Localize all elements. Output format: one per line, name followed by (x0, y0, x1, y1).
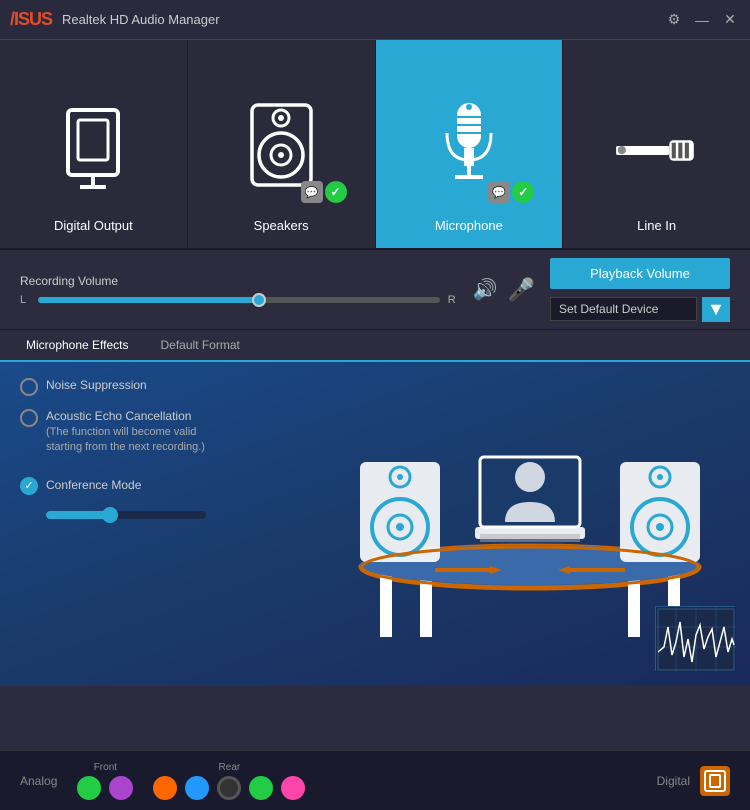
front-port-group: Front (77, 762, 133, 800)
microphone-badge: 💬 ✓ (488, 181, 534, 203)
minimize-button[interactable]: — (692, 12, 712, 28)
conference-slider-fill (46, 511, 110, 519)
recording-volume-area: Recording Volume L R (20, 274, 458, 306)
tab-digital-output[interactable]: Digital Output (0, 40, 188, 248)
waveform-display (655, 606, 735, 671)
speakers-label: Speakers (254, 218, 309, 233)
rear-port-group: Rear (153, 762, 305, 800)
rear-ports-row (153, 776, 305, 800)
settings-button[interactable]: ⚙ (664, 11, 684, 28)
microphone-label: Microphone (435, 218, 503, 233)
chat-badge: 💬 (301, 181, 323, 203)
digital-output-label: Digital Output (54, 218, 133, 233)
volume-slider-fill (38, 297, 259, 303)
rear-port-dark[interactable] (217, 776, 241, 800)
volume-slider-thumb[interactable] (252, 293, 266, 307)
digital-label: Digital (657, 774, 690, 788)
acoustic-echo-text: Acoustic Echo Cancellation (The function… (46, 408, 205, 456)
r-label: R (448, 294, 458, 306)
volume-slider-track[interactable] (38, 297, 440, 303)
rear-port-pink[interactable] (281, 776, 305, 800)
noise-suppression-text: Noise Suppression (46, 377, 147, 394)
tab-default-format[interactable]: Default Format (145, 330, 256, 360)
tab-microphone-effects[interactable]: Microphone Effects (10, 330, 145, 362)
playback-volume-button[interactable]: Playback Volume (550, 258, 730, 289)
main-content: Digital Output 💬 ✓ Speakers (0, 40, 750, 750)
volume-slider-row: L R (20, 294, 458, 306)
acoustic-echo-checkbox[interactable] (20, 409, 38, 427)
asus-logo: /ISUS (10, 9, 52, 30)
close-button[interactable]: ✕ (720, 11, 740, 28)
speaker-vol-icon[interactable]: 🔊 (473, 277, 498, 302)
conference-mode-label: Conference Mode (46, 478, 141, 492)
noise-suppression-label: Noise Suppression (46, 378, 147, 392)
analog-label: Analog (20, 774, 57, 788)
front-label: Front (94, 762, 117, 773)
title-bar: /ISUS Realtek HD Audio Manager ⚙ — ✕ (0, 0, 750, 40)
mic-chat-badge: 💬 (488, 181, 510, 203)
device-tabs: Digital Output 💬 ✓ Speakers (0, 40, 750, 250)
volume-section: Recording Volume L R 🔊 🎤 Playback Volume… (0, 250, 750, 330)
front-port-purple[interactable] (109, 776, 133, 800)
mic-check-badge: ✓ (512, 181, 534, 203)
bottom-bar: Analog Front Rear Digital (0, 750, 750, 810)
front-port-green[interactable] (77, 776, 101, 800)
rear-port-blue[interactable] (185, 776, 209, 800)
volume-icons: 🔊 🎤 (473, 277, 535, 303)
window-controls: ⚙ — ✕ (664, 11, 740, 28)
digital-port[interactable] (700, 766, 730, 796)
digital-output-icon (48, 90, 138, 210)
check-badge: ✓ (325, 181, 347, 203)
line-in-icon (612, 90, 702, 210)
acoustic-echo-sub: (The function will become validstarting … (46, 425, 205, 456)
dropdown-arrow-icon[interactable]: ▼ (702, 297, 730, 322)
recording-volume-label: Recording Volume (20, 274, 458, 288)
app-title: Realtek HD Audio Manager (62, 12, 664, 27)
line-in-label: Line In (637, 218, 676, 233)
volume-right-controls: Playback Volume Set Default Device ▼ (550, 258, 730, 322)
tab-speakers[interactable]: 💬 ✓ Speakers (188, 40, 376, 248)
conference-slider-thumb[interactable] (102, 507, 118, 523)
default-device-row: Set Default Device ▼ (550, 297, 730, 322)
rear-port-orange[interactable] (153, 776, 177, 800)
noise-suppression-checkbox[interactable] (20, 378, 38, 396)
effect-tabs: Microphone Effects Default Format (0, 330, 750, 362)
rear-label: Rear (219, 762, 241, 773)
l-label: L (20, 294, 30, 306)
mic-vol-icon[interactable]: 🎤 (508, 277, 535, 303)
conference-mode-checkbox[interactable]: ✓ (20, 477, 38, 495)
acoustic-echo-label: Acoustic Echo Cancellation (46, 408, 205, 425)
conference-mode-slider[interactable] (46, 511, 206, 519)
speakers-badge: 💬 ✓ (301, 181, 347, 203)
effects-panel: Noise Suppression Acoustic Echo Cancella… (0, 362, 750, 686)
digital-section: Digital (657, 766, 730, 796)
rear-port-green[interactable] (249, 776, 273, 800)
tab-microphone[interactable]: 💬 ✓ Microphone (376, 40, 564, 248)
tab-line-in[interactable]: Line In (563, 40, 750, 248)
default-device-select[interactable]: Set Default Device (550, 297, 697, 321)
conference-mode-row: ✓ Conference Mode (20, 476, 141, 495)
analog-section: Analog Front Rear (20, 762, 657, 800)
front-ports-row (77, 776, 133, 800)
